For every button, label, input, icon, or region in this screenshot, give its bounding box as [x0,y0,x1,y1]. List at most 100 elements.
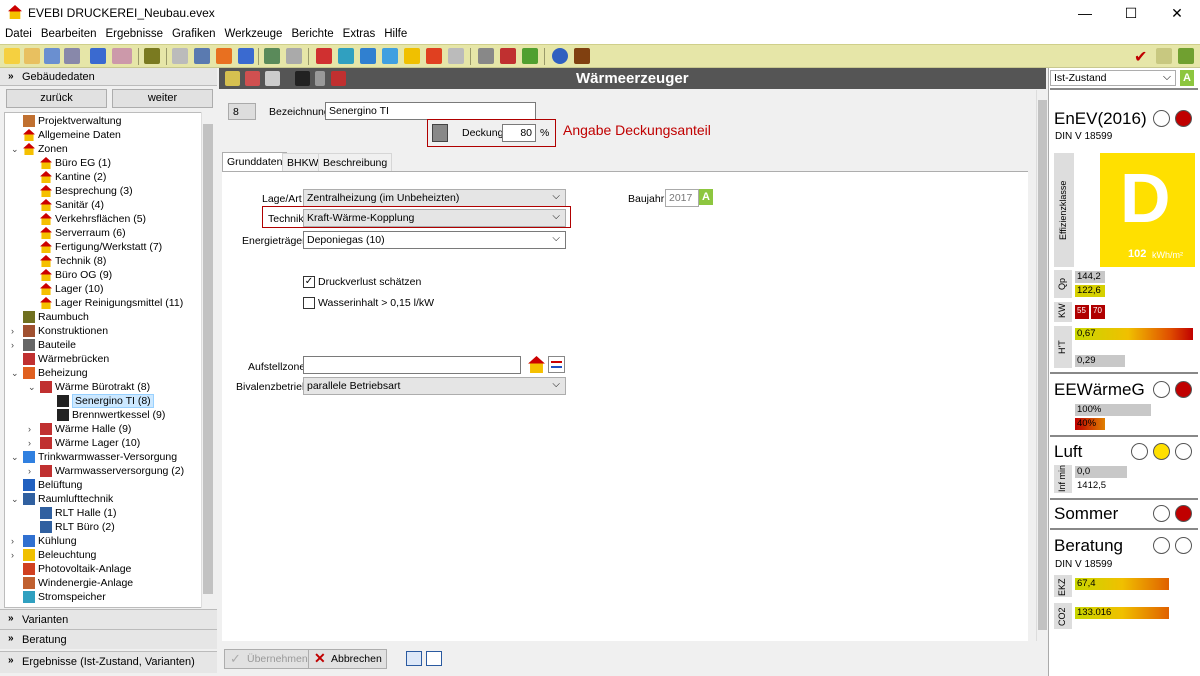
chart-icon[interactable] [500,48,516,64]
tree-item[interactable]: Senergino TI (8) [5,394,205,408]
tree-item[interactable]: Allgemeine Daten [5,128,205,142]
calendar-view-icon[interactable] [426,651,442,666]
minimize-button[interactable]: — [1062,0,1108,26]
tree-item[interactable]: Photovoltaik-Anlage [5,562,205,576]
menu-datei[interactable]: Datei [0,26,36,40]
report-icon[interactable] [478,48,494,64]
new-file-icon[interactable] [4,48,20,64]
tree-item[interactable]: › Wärme Lager (10) [5,436,205,450]
tree-icon[interactable] [194,48,210,64]
deckung-input[interactable]: 80 [502,124,536,142]
tree-item[interactable]: ⌄ Zonen [5,142,205,156]
tree-scrollbar[interactable] [201,112,214,608]
wand-icon[interactable] [144,48,160,64]
open-folder-icon[interactable] [24,48,40,64]
arrow-icon[interactable] [1156,48,1172,64]
expand-chevron-icon[interactable]: › [11,534,14,548]
expand-chevron-icon[interactable]: › [11,548,14,562]
lage-select[interactable]: Zentralheizung (im Unbeheizten) ⌵ [303,189,566,207]
tree-item[interactable]: › Bauteile [5,338,205,352]
accordion-ergebnisse[interactable]: » Ergebnisse (Ist-Zustand, Varianten) [0,651,217,673]
tree-item[interactable]: Brennwertkessel (9) [5,408,205,422]
uebernehmen-button[interactable]: ✓ Übernehmen [224,649,313,669]
forward-button[interactable]: weiter [112,89,213,108]
tree-item[interactable]: Belüftung [5,478,205,492]
menu-extras[interactable]: Extras [338,26,380,40]
trend-icon[interactable] [1178,48,1194,64]
menu-bearbeiten[interactable]: Bearbeiten [36,26,101,40]
remove-icon[interactable] [245,71,260,86]
network-icon[interactable] [264,48,280,64]
tree-item[interactable]: › Beleuchtung [5,548,205,562]
baujahr-input[interactable]: 2017 [665,189,699,207]
lightning-icon[interactable] [426,48,442,64]
help-icon[interactable] [552,48,568,64]
check-icon[interactable]: ✔ [1134,47,1147,67]
aufstellzone-input[interactable] [303,356,521,374]
tree-item[interactable]: ⌄ Raumlufttechnik [5,492,205,506]
tree-item[interactable]: Lager (10) [5,282,205,296]
tree-item[interactable]: Windenergie-Anlage [5,576,205,590]
state-select[interactable]: Ist-Zustand ⌵ [1050,70,1176,86]
tree-item[interactable]: RLT Halle (1) [5,506,205,520]
tree-item[interactable]: Projektverwaltung [5,114,205,128]
grid-icon[interactable] [338,48,354,64]
tree-item[interactable]: › Wärme Halle (9) [5,422,205,436]
tree-item[interactable]: Besprechung (3) [5,184,205,198]
expand-chevron-icon[interactable]: › [28,436,31,450]
technik-select[interactable]: Kraft-Wärme-Kopplung ⌵ [303,209,566,227]
save-icon[interactable] [44,48,60,64]
expand-chevron-icon[interactable]: › [28,464,31,478]
gebaeudedaten-header[interactable]: » Gebäudedaten [0,68,217,86]
link-zone-icon[interactable] [548,356,565,373]
menu-hilfe[interactable]: Hilfe [379,26,411,40]
export-icon[interactable] [238,48,254,64]
tree-item[interactable]: Fertigung/Werkstatt (7) [5,240,205,254]
tree-item[interactable]: Kantine (2) [5,170,205,184]
info-icon[interactable] [574,48,590,64]
tree-item[interactable]: Büro OG (9) [5,268,205,282]
tree-item[interactable]: ⌄ Wärme Bürotrakt (8) [5,380,205,394]
menu-grafiken[interactable]: Grafiken [167,26,219,40]
expand-chevron-icon[interactable]: › [28,422,31,436]
abbrechen-button[interactable]: ✕ Abbrechen [308,649,387,669]
calendar-icon[interactable] [316,48,332,64]
accordion-varianten[interactable]: » Varianten [0,609,217,629]
add-icon[interactable] [225,71,240,86]
nav-right-icon[interactable] [331,71,346,86]
main-scrollbar[interactable] [1036,90,1048,641]
tree-item[interactable]: ⌄ Beheizung [5,366,205,380]
tree-item[interactable]: Lager Reinigungsmittel (11) [5,296,205,310]
tree-item[interactable]: Serverraum (6) [5,226,205,240]
tree-item[interactable]: Wärmebrücken [5,352,205,366]
collapse-chevron-icon[interactable]: ⌄ [11,366,19,380]
menu-ergebnisse[interactable]: Ergebnisse [100,26,167,40]
refresh-icon[interactable] [522,48,538,64]
chevron-down-icon[interactable] [315,71,325,86]
close-button[interactable]: ✕ [1154,0,1200,26]
bezeichnung-input[interactable]: Senergino TI [325,102,536,120]
sun-icon[interactable] [404,48,420,64]
calculator-icon[interactable] [432,124,448,142]
tree-item[interactable]: Verkehrsflächen (5) [5,212,205,226]
tree-item[interactable]: RLT Büro (2) [5,520,205,534]
tree-item[interactable]: Technik (8) [5,254,205,268]
tree-item[interactable]: ⌄ Trinkwarmwasser-Versorgung [5,450,205,464]
accordion-beratung[interactable]: » Beratung [0,629,217,649]
back-button[interactable]: zurück [6,89,107,108]
magnifier-icon[interactable] [360,48,376,64]
wasserinhalt-checkbox[interactable] [303,297,315,309]
collapse-chevron-icon[interactable]: ⌄ [28,380,36,394]
tree-item[interactable]: Raumbuch [5,310,205,324]
building-tree[interactable]: Projektverwaltung Allgemeine Daten ⌄ Zonen B… [4,112,214,608]
table-view-icon[interactable] [406,651,422,666]
tree-item[interactable]: › Warmwasserversorgung (2) [5,464,205,478]
redo-icon[interactable] [90,48,106,64]
tree-item[interactable]: › Konstruktionen [5,324,205,338]
tab-beschreibung[interactable]: Beschreibung [318,153,393,172]
collapse-chevron-icon[interactable]: ⌄ [11,492,19,506]
copy-icon[interactable] [265,71,280,86]
expand-chevron-icon[interactable]: › [11,338,14,352]
maximize-button[interactable]: ☐ [1108,0,1154,26]
nav-left-icon[interactable] [295,71,310,86]
